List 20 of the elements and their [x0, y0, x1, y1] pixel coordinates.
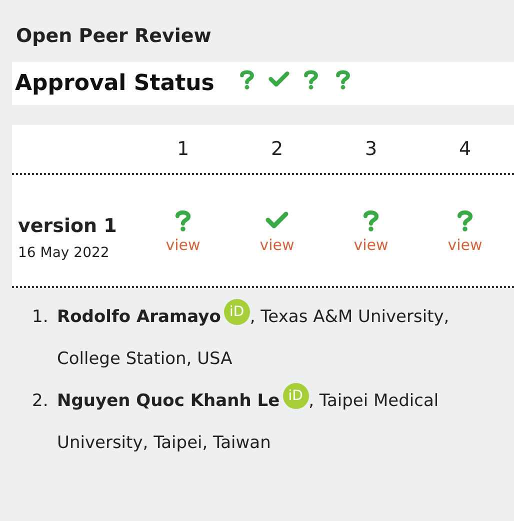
view-link[interactable]: view	[354, 236, 388, 254]
list-number: 1.	[32, 306, 50, 329]
list-number: 2.	[32, 390, 50, 413]
column-header: 1	[176, 138, 190, 160]
view-link[interactable]: view	[448, 236, 482, 254]
view-link[interactable]: view	[166, 236, 200, 254]
version-date: 16 May 2022	[18, 244, 110, 260]
reviewer-affiliation: , Taipei Medical	[308, 391, 439, 411]
reviewer-name: Rodolfo Aramayo	[57, 307, 221, 327]
column-header: 3	[364, 138, 378, 160]
approval-label: Approval Status	[15, 71, 214, 96]
column-header: 4	[458, 138, 472, 160]
section-title: Open Peer Review	[15, 24, 212, 49]
reviewer-affiliation: College Station, USA	[57, 348, 232, 371]
view-link[interactable]: view	[260, 236, 294, 254]
column-header: 2	[270, 138, 284, 160]
reviewer-name: Nguyen Quoc Khanh Le	[57, 391, 280, 411]
reviewer-affiliation: University, Taipei, Taiwan	[57, 432, 271, 455]
version-label: version 1	[18, 214, 118, 236]
reviewer-affiliation: , Texas A&M University,	[250, 307, 450, 327]
